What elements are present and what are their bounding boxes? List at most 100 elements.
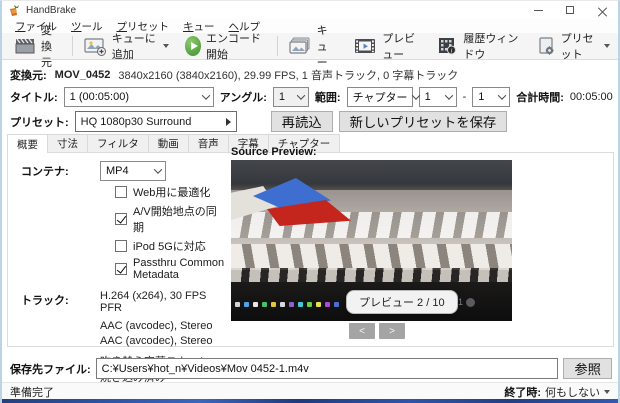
toolbar-separator [72, 36, 73, 56]
minimize-button[interactable] [522, 1, 554, 19]
tab-summary[interactable]: 概要 [7, 134, 48, 153]
option-ipod5g[interactable]: iPod 5Gに対応 [115, 238, 226, 254]
activity-window-label: 履歴ウィンドウ [463, 33, 519, 61]
clapperboard-icon [15, 38, 35, 54]
option-av-align[interactable]: A/V開始地点の同期 [115, 203, 226, 235]
presets-label: プリセット [560, 33, 594, 61]
add-to-queue-button[interactable]: キューに追加 [75, 33, 177, 61]
option-passthru-metadata[interactable]: Passthru Common Metadata [115, 257, 226, 281]
handbrake-window: HandBrake ファイル ツール プリセット キュー ヘルプ 変換元 キュー… [0, 0, 620, 403]
source-info-row: 変換元: MOV_0452 3840x2160 (3840x2160), 29.… [10, 67, 610, 83]
start-encode-button[interactable]: エンコード開始 [177, 33, 275, 61]
reload-preset-button[interactable]: 再読込 [270, 111, 333, 132]
open-preview-button[interactable]: プレビュー [345, 33, 428, 61]
duration-value: 00:05:00 [569, 91, 613, 103]
when-done-label: 終了時: [504, 386, 541, 399]
add-to-queue-label: キューに追加 [111, 33, 156, 61]
activity-log-icon: i [439, 38, 457, 55]
next-preview-button[interactable]: > [379, 323, 405, 339]
range-label: 範囲: [314, 92, 341, 104]
svg-text:i: i [451, 48, 453, 55]
when-done-control[interactable]: 終了時: 何もしない [504, 384, 610, 400]
browse-button[interactable]: 参照 [563, 358, 612, 379]
save-new-preset-button[interactable]: 新しいプリセットを保存 [338, 111, 508, 132]
play-icon [185, 36, 201, 56]
source-details: 3840x2160 (3840x2160), 29.99 FPS, 1 音声トラ… [118, 70, 459, 82]
status-text: 準備完了 [10, 386, 54, 399]
range-end-select[interactable]: 1 [472, 87, 511, 107]
open-source-button[interactable]: 変換元 [6, 25, 70, 69]
maximize-button[interactable] [554, 1, 586, 19]
open-preview-label: プレビュー [382, 33, 416, 61]
range-type-select[interactable]: チャプター [346, 87, 421, 107]
start-encode-label: エンコード開始 [206, 33, 261, 61]
track-audio-2: AAC (avcodec), Stereo [100, 335, 213, 347]
previous-preview-button[interactable]: < [349, 323, 375, 339]
source-filename: MOV_0452 [54, 69, 111, 81]
chevron-down-icon [498, 91, 507, 100]
activity-window-button[interactable]: i 履歴ウィンドウ [428, 33, 527, 61]
option-web-optimized[interactable]: Web用に最適化 [115, 184, 226, 200]
close-button[interactable] [586, 1, 618, 19]
when-done-value: 何もしない [545, 386, 600, 399]
menu-bar: ファイル ツール プリセット キュー ヘルプ [2, 19, 618, 33]
tab-filters[interactable]: フィルタ [87, 134, 149, 152]
presets-button[interactable]: プリセット [528, 33, 618, 61]
show-queue-label: キュー [316, 25, 328, 69]
queue-icon [288, 37, 310, 54]
title-bar: HandBrake [2, 1, 618, 19]
track-video: H.264 (x264), 30 FPS PFR [100, 290, 207, 314]
preset-row: プリセット: HQ 1080p30 Surround 再読込 新しいプリセットを… [10, 111, 508, 132]
angle-label: アングル: [219, 92, 267, 104]
title-row: タイトル: 1 (00:05:00) アングル: 1 範囲: チャプター 1 -… [10, 87, 614, 107]
tab-audio[interactable]: 音声 [187, 134, 229, 152]
handbrake-logo-icon [10, 4, 19, 16]
title-select[interactable]: 1 (00:05:00) [63, 87, 214, 107]
output-file-row: 保存先ファイル: 参照 [10, 358, 612, 379]
preview-navigation: < > [349, 323, 405, 339]
toolbar-separator [276, 36, 278, 56]
menu-tools[interactable]: ツール [64, 19, 110, 34]
add-to-queue-caret-icon [163, 44, 170, 48]
checkbox-icon[interactable] [115, 213, 127, 225]
range-separator: - [462, 91, 467, 103]
angle-select[interactable]: 1 [272, 87, 309, 107]
open-source-label: 変換元 [41, 25, 52, 69]
checkbox-icon[interactable] [115, 263, 127, 275]
window-bottom-border [2, 399, 618, 403]
preset-select[interactable]: HQ 1080p30 Surround [74, 111, 237, 132]
preview-column: Source Preview: 91 プレビュー 2 / 10 < > [231, 146, 613, 346]
source-label: 変換元: [10, 70, 47, 82]
summary-panel: コンテナ: MP4 Web用に最適化 A/V開始地点の同期 iPod 5Gに対応 [7, 146, 614, 403]
add-to-queue-icon [84, 38, 106, 56]
close-icon [598, 6, 607, 15]
tab-video[interactable]: 動画 [147, 134, 189, 152]
source-preview-heading: Source Preview: [231, 146, 317, 158]
duration-label: 合計時間: [516, 92, 564, 104]
chevron-down-icon [296, 91, 306, 100]
checkbox-icon[interactable] [115, 240, 127, 252]
status-bar: 準備完了 終了時: 何もしない [2, 382, 618, 400]
chevron-down-icon [153, 165, 163, 174]
chevron-down-icon [444, 91, 453, 100]
window-title: HandBrake [26, 4, 77, 16]
chevron-down-icon [201, 91, 210, 100]
maximize-icon [566, 6, 574, 14]
title-label: タイトル: [10, 92, 58, 104]
tab-dimensions[interactable]: 寸法 [47, 134, 88, 152]
preview-counter-tooltip: プレビュー 2 / 10 [346, 290, 458, 314]
preview-icon [355, 39, 376, 53]
show-queue-button[interactable]: キュー [280, 25, 346, 69]
container-select[interactable]: MP4 [100, 161, 166, 181]
minimize-icon [533, 9, 543, 11]
chevron-right-icon [225, 117, 231, 126]
toolbar: 変換元 キューに追加 エンコード開始 キュー プレビュー i 履歴ウィンドウ プ… [2, 25, 618, 69]
chevron-down-icon [604, 389, 610, 394]
presets-caret-icon [604, 44, 610, 48]
checkbox-icon[interactable] [115, 186, 127, 198]
presets-icon [538, 37, 554, 55]
preset-label: プリセット: [10, 116, 69, 129]
range-start-select[interactable]: 1 [418, 87, 457, 107]
output-path-input[interactable] [95, 358, 559, 379]
container-label: コンテナ: [21, 166, 69, 178]
